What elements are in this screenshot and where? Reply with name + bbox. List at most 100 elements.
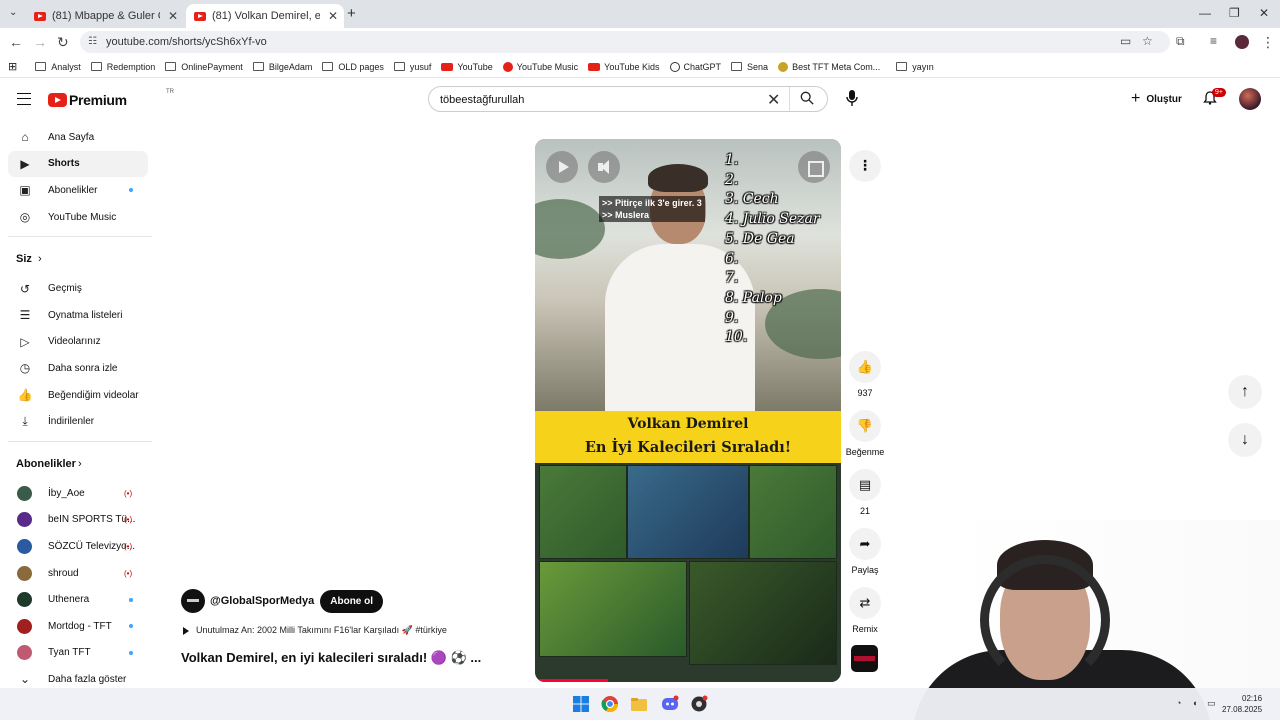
close-tab-icon[interactable]: ✕ [328,9,338,23]
previous-short-button[interactable]: ↑ [1228,375,1262,409]
volume-button[interactable] [588,151,620,183]
profile-avatar[interactable] [1235,35,1249,49]
bookmark-youtube[interactable]: YouTube [441,62,493,72]
sidebar-item-youtube-music[interactable]: ◎ YouTube Music [8,204,148,231]
reload-icon[interactable]: ↻ [57,34,69,51]
search-box[interactable]: töbeestağfurullah ✕ [428,86,828,112]
sidebar-item-your-videos[interactable]: ▷ Videolarınız [8,329,148,356]
browser-menu-icon[interactable]: ⋮ [1261,34,1275,51]
url-field[interactable]: ☷ youtube.com/shorts/ycSh6xYf-vo [80,31,1170,53]
next-short-button[interactable]: ↓ [1228,423,1262,457]
sidebar-item-liked-videos[interactable]: 👍 Beğendiğim videolar [8,382,148,409]
tab-search-icon[interactable]: ⌄ [9,7,17,18]
youtube-kids-icon [588,62,601,71]
channel-name[interactable]: @GlobalSporMedya [210,595,314,607]
music-play-icon [183,626,189,635]
thumbs-up-icon: 👍 [849,351,881,383]
sidebar-channel-iby-aoe[interactable]: İby_Aoe (•) [8,480,148,507]
bookmark-star-icon[interactable]: ☆ [1142,34,1153,48]
discord-icon[interactable] [661,695,679,713]
clear-search-icon[interactable]: ✕ [767,90,780,110]
volume-icon[interactable]: ◖ [1192,698,1197,708]
plus-icon: + [1131,90,1141,107]
video-title[interactable]: Volkan Demirel, en iyi kalecileri sırala… [181,650,481,666]
subscriptions-icon: ▣ [19,183,31,198]
ranking-item: 10. [725,329,748,346]
install-app-icon[interactable]: ▭ [1120,34,1131,48]
system-clock[interactable]: 02:16 27.08.2025 [1222,693,1262,715]
bookmark-analyst[interactable]: Analyst [35,62,81,72]
folder-icon [393,62,405,71]
youtube-favicon-icon [34,11,46,21]
file-explorer-icon[interactable] [630,695,648,713]
bookmark-yayin[interactable]: yayın [896,62,934,72]
bookmark-chatgpt[interactable]: ChatGPT [669,61,721,72]
sidebar-channel-shroud[interactable]: shroud (•) [8,560,148,587]
watch-later-icon: ◷ [19,361,31,376]
bookmark-youtube-music[interactable]: YouTube Music [502,61,578,72]
account-avatar[interactable] [1239,88,1261,110]
browser-tab-1[interactable]: (81) Mbappe & Guler Chemistry ✕ [26,4,184,28]
restore-button[interactable]: ❐ [1229,6,1240,20]
sidebar-item-home[interactable]: ⌂ Ana Sayfa [8,124,148,151]
sidebar-item-downloads[interactable]: ⤓ İndirilenler [8,408,148,435]
sidebar-item-shorts[interactable]: ▶ Shorts [8,150,148,178]
channel-avatar [17,645,32,661]
video-progress-bar[interactable] [535,679,609,682]
like-button[interactable]: 👍 937 [846,351,884,398]
extensions-icon[interactable]: ⧉ [1176,34,1185,49]
forward-arrow-icon[interactable]: → [33,34,47,50]
sidebar-heading-subscriptions[interactable]: Abonelikler › [8,448,148,480]
close-window-button[interactable]: ✕ [1259,6,1269,20]
bookmark-bilgeadam[interactable]: BilgeAdam [252,62,312,72]
sidebar-channel-uthenera[interactable]: Uthenera [8,586,148,613]
bookmark-tft-meta[interactable]: Best TFT Meta Com... [778,61,880,72]
search-icon[interactable] [800,91,814,105]
microphone-icon[interactable] [845,89,859,107]
bookmark-redemption[interactable]: Redemption [90,62,155,72]
chrome-icon[interactable] [601,695,619,713]
bookmark-old-pages[interactable]: OLD pages [322,62,384,72]
search-input[interactable]: töbeestağfurullah [440,94,524,106]
site-info-icon[interactable]: ☷ [88,36,97,47]
sidebar-item-watch-later[interactable]: ◷ Daha sonra izle [8,355,148,382]
bookmark-yusuf[interactable]: yusuf [393,62,431,72]
tab-title: (81) Mbappe & Guler Chemistry [52,10,160,22]
battery-icon[interactable]: ▭ [1207,698,1216,709]
obs-icon[interactable] [690,695,708,713]
apps-grid-icon[interactable]: ⊞ [8,60,17,73]
youtube-premium-logo[interactable]: Premium TR [48,89,174,108]
sidebar-channel-tyan-tft[interactable]: Tyan TFT [8,640,148,667]
subscribe-button[interactable]: Abone ol [320,589,384,613]
sidebar-item-history[interactable]: ↺ Geçmiş [8,275,148,302]
shorts-video-player[interactable]: 1. 2. 3. Cech 4. Julio Sezar 5. De Gea 6… [535,139,841,682]
reading-list-icon[interactable]: ≡ [1210,34,1217,48]
fullscreen-button[interactable] [798,151,830,183]
back-arrow-icon[interactable]: ← [9,34,23,50]
sidebar-item-subscriptions[interactable]: ▣ Abonelikler [8,177,148,204]
channel-avatar[interactable] [181,589,205,613]
sidebar-channel-bein-sports[interactable]: beIN SPORTS Tü... (•) [8,507,148,534]
music-info[interactable]: Unutulmaz An: 2002 Milli Takımını F16'la… [183,625,447,636]
comments-button[interactable]: ▤ 21 [846,469,884,516]
sidebar-channel-sozcu[interactable]: SÖZCÜ Televizyo... (•) [8,533,148,560]
more-options-icon[interactable]: ⋮ [849,150,881,182]
new-tab-button[interactable]: + [347,5,356,22]
browser-tab-2-active[interactable]: (81) Volkan Demirel, en iyi kaleci ✕ [186,4,344,28]
menu-icon[interactable] [17,93,31,105]
bookmark-onlinepayment[interactable]: OnlinePayment [165,62,243,72]
dislike-button[interactable]: 👎 Beğenme [843,410,887,457]
sidebar-channel-mortdog[interactable]: Mortdog - TFT [8,613,148,640]
person-hair [648,164,708,192]
minimize-button[interactable]: — [1199,6,1211,20]
play-button[interactable] [546,151,578,183]
chevron-right-icon: › [38,253,42,266]
bookmark-youtube-kids[interactable]: YouTube Kids [588,62,660,72]
bookmark-sena[interactable]: Sena [731,62,768,72]
wifi-icon[interactable]: ◔ [1176,698,1181,708]
sidebar-heading-you[interactable]: Siz › [8,243,148,275]
create-button[interactable]: + Oluştur [1123,86,1191,112]
sidebar-item-playlists[interactable]: ☰ Oynatma listeleri [8,302,148,329]
windows-start-icon[interactable] [572,695,590,713]
close-tab-icon[interactable]: ✕ [168,9,178,23]
